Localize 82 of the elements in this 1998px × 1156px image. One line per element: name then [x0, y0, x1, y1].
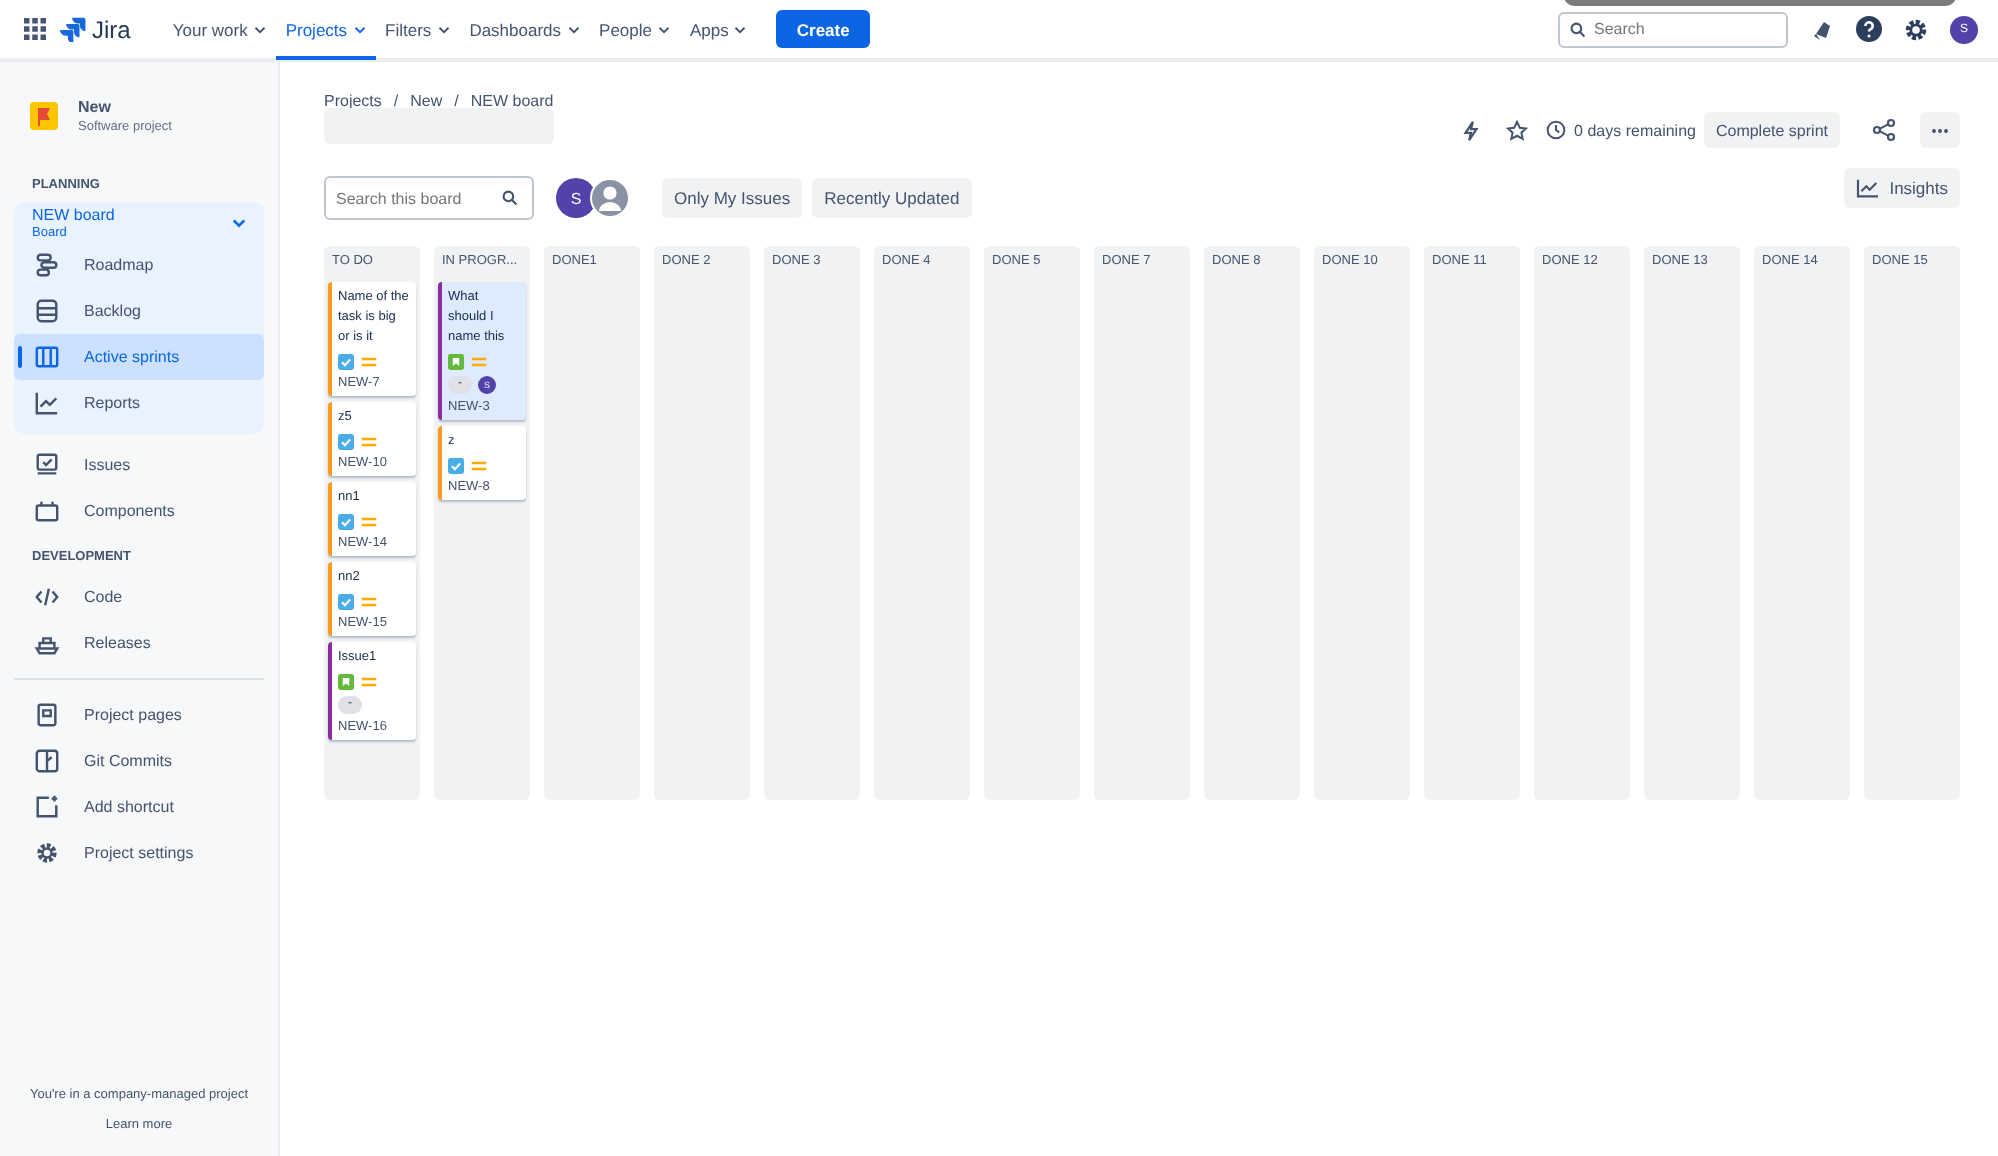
chevron-down-icon — [353, 25, 366, 33]
nav-tab[interactable]: People — [589, 2, 680, 60]
star-icon[interactable] — [1506, 119, 1529, 141]
task-icon — [338, 434, 354, 450]
task-icon — [448, 458, 464, 474]
logo-icon — [60, 16, 86, 42]
search-icon — [502, 190, 518, 206]
sidebar-item[interactable]: Add shortcut — [14, 784, 264, 830]
sidebar-item[interactable]: Project pages — [14, 692, 264, 738]
share-icon[interactable] — [1872, 118, 1896, 142]
priority-medium-icon — [360, 596, 378, 608]
chevron-down-icon — [437, 25, 450, 33]
calendar-box-icon — [34, 498, 60, 524]
task-icon — [338, 594, 354, 610]
task-icon — [338, 514, 354, 530]
filter-button[interactable]: Recently Updated — [812, 178, 972, 218]
priority-medium-icon — [470, 356, 488, 368]
insights-button[interactable]: Insights — [1843, 168, 1960, 208]
search-icon — [1570, 21, 1586, 37]
priority-medium-icon — [360, 676, 378, 688]
chevron-down-icon — [232, 218, 246, 228]
breadcrumb-separator: / — [393, 92, 399, 110]
user-avatar[interactable]: S — [556, 178, 596, 218]
sidebar-item[interactable]: Roadmap — [14, 242, 264, 288]
nav-tab[interactable]: Dashboards — [459, 2, 590, 60]
backlog-icon — [34, 298, 60, 324]
code-icon — [34, 584, 60, 610]
help-icon[interactable] — [1856, 16, 1882, 42]
story-icon — [338, 674, 354, 690]
sidebar-item[interactable]: Git Commits — [14, 738, 264, 784]
notifications-icon[interactable] — [1810, 17, 1834, 41]
task-icon — [338, 354, 354, 370]
sidebar-item[interactable]: Releases — [14, 620, 264, 666]
add-box-icon — [34, 794, 60, 820]
split-square-icon — [34, 748, 60, 774]
person-avatar-icon[interactable] — [590, 178, 630, 218]
nav-tab[interactable]: Apps — [680, 2, 757, 60]
sidebar-item[interactable]: Code — [14, 574, 264, 620]
sidebar-item[interactable]: Reports — [14, 380, 264, 426]
more-icon — [1930, 127, 1950, 133]
project-name: New — [78, 98, 113, 116]
project-icon — [30, 102, 58, 130]
columns-icon — [34, 344, 60, 370]
breadcrumb-separator: / — [454, 92, 459, 110]
priority-medium-icon — [360, 516, 378, 528]
breadcrumb-link[interactable]: New — [410, 92, 443, 110]
sidebar-item[interactable]: Active sprints — [14, 334, 264, 380]
line-chart-icon — [34, 390, 60, 416]
breadcrumb-link[interactable]: NEW board — [470, 92, 554, 110]
search-field[interactable]: Search — [1558, 11, 1788, 47]
chevron-down-icon — [658, 25, 670, 33]
nav-tab[interactable]: Your work — [162, 2, 276, 60]
sidebar-item[interactable]: Project settings — [14, 830, 264, 876]
sidebar-item[interactable]: Components — [14, 488, 264, 534]
create-button[interactable]: Create — [776, 10, 870, 48]
more-button[interactable] — [1920, 112, 1960, 148]
priority-medium-icon — [360, 356, 378, 368]
settings-icon — [34, 840, 60, 866]
product-name: Jira — [92, 15, 131, 43]
app-switcher-icon[interactable] — [24, 18, 46, 40]
chevron-down-icon — [734, 25, 747, 33]
chevron-down-icon — [253, 25, 266, 33]
document-icon — [34, 702, 60, 728]
sidebar-item[interactable]: Backlog — [14, 288, 264, 334]
priority-medium-icon — [360, 436, 378, 448]
nav-tab[interactable]: Projects — [275, 2, 376, 60]
nav-tab[interactable]: Filters — [375, 2, 460, 60]
chart-icon — [1855, 178, 1880, 198]
complete-sprint-button[interactable]: Complete sprint — [1703, 112, 1840, 148]
story-icon — [448, 354, 464, 370]
priority-medium-icon — [470, 460, 488, 472]
lightning-icon[interactable] — [1460, 119, 1483, 141]
breadcrumb-link[interactable]: Projects — [324, 92, 382, 110]
monitor-icon — [34, 452, 60, 478]
roadmap-icon — [34, 252, 60, 278]
chevron-down-icon — [567, 25, 580, 33]
clock-icon — [1546, 120, 1567, 140]
settings-icon[interactable] — [1904, 17, 1928, 41]
board-search-field[interactable]: Search this board — [324, 176, 534, 220]
filter-button[interactable]: Only My Issues — [662, 178, 803, 218]
days-remaining: 0 days remaining — [1574, 121, 1696, 139]
sidebar-item[interactable]: Issues — [14, 442, 264, 488]
